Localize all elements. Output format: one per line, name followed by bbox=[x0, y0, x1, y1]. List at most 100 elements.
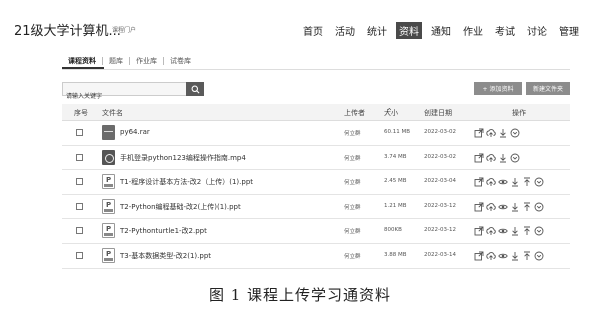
column-header-date[interactable]: 创建日期 bbox=[424, 108, 452, 118]
share-icon[interactable] bbox=[474, 226, 484, 236]
column-header-ops: 操作 bbox=[512, 109, 526, 117]
download-icon[interactable] bbox=[510, 226, 520, 236]
table-row: T1-程序设计基本方法-改2（上传）(1).ppt 何立群 2.45 MB 20… bbox=[62, 170, 570, 195]
upload-icon[interactable] bbox=[486, 226, 496, 236]
move-icon[interactable] bbox=[522, 226, 532, 236]
file-name[interactable]: py64.rar bbox=[120, 128, 150, 136]
row-checkbox[interactable] bbox=[76, 129, 83, 136]
move-icon[interactable] bbox=[522, 251, 532, 261]
share-icon[interactable] bbox=[474, 251, 484, 261]
share-icon[interactable] bbox=[474, 128, 484, 138]
eye-icon[interactable] bbox=[498, 251, 508, 261]
row-actions bbox=[474, 202, 546, 212]
file-size: 3.88 MB bbox=[384, 251, 407, 258]
created-date: 2022-03-02 bbox=[424, 153, 456, 160]
download-icon[interactable] bbox=[498, 128, 508, 138]
column-header-index: 序号 bbox=[74, 109, 88, 117]
ppt-file-icon bbox=[102, 223, 115, 239]
upload-icon[interactable] bbox=[486, 251, 496, 261]
row-actions bbox=[474, 153, 522, 163]
row-checkbox[interactable] bbox=[76, 251, 83, 259]
new-folder-button[interactable]: 新建文件夹 bbox=[526, 82, 570, 95]
row-actions bbox=[474, 226, 546, 236]
upload-icon[interactable] bbox=[486, 153, 496, 163]
eye-icon[interactable] bbox=[498, 202, 508, 212]
course-portal-label: 课程门户 bbox=[112, 27, 137, 34]
nav-item-discussion[interactable]: 讨论 bbox=[524, 22, 550, 39]
video-file-icon bbox=[102, 149, 115, 165]
figure-caption: 图 1 课程上传学习通资料 bbox=[208, 286, 392, 304]
add-material-button[interactable]: + 添加资料 bbox=[474, 82, 522, 95]
created-date: 2022-03-14 bbox=[424, 251, 456, 258]
ppt-file-icon bbox=[102, 198, 115, 214]
file-name[interactable]: T3-基本数据类型-改2(1).ppt bbox=[120, 251, 211, 261]
uploader: 何立群 bbox=[344, 204, 361, 211]
eye-icon[interactable] bbox=[498, 226, 508, 236]
uploader: 何立群 bbox=[344, 131, 361, 137]
search-button[interactable] bbox=[186, 82, 204, 96]
nav-item-home[interactable]: 首页 bbox=[300, 22, 326, 39]
rar-file-icon bbox=[102, 125, 115, 140]
tab-homework-bank[interactable]: 作业库 bbox=[130, 56, 163, 66]
search-input[interactable] bbox=[63, 90, 185, 103]
uploader: 何立群 bbox=[344, 229, 361, 236]
download-icon[interactable] bbox=[510, 251, 520, 261]
uploader: 何立群 bbox=[344, 180, 361, 187]
more-icon[interactable] bbox=[534, 177, 544, 187]
nav-item-homework[interactable]: 作业 bbox=[460, 22, 486, 39]
more-icon[interactable] bbox=[534, 251, 544, 261]
share-icon[interactable] bbox=[474, 153, 484, 163]
nav-item-materials[interactable]: 资料 bbox=[396, 22, 422, 39]
ppt-file-icon bbox=[102, 247, 115, 263]
nav-item-exams[interactable]: 考试 bbox=[492, 22, 518, 39]
file-name[interactable]: T1-程序设计基本方法-改2（上传）(1).ppt bbox=[120, 177, 253, 187]
nav-item-manage[interactable]: 管理 bbox=[556, 22, 582, 39]
file-size: 800KB bbox=[384, 227, 402, 234]
column-header-name[interactable]: 文件名 bbox=[102, 108, 123, 118]
row-actions bbox=[474, 128, 522, 138]
file-name[interactable]: T2-Python编程基础-改2(上传)(1).ppt bbox=[120, 202, 241, 212]
created-date: 2022-03-12 bbox=[424, 202, 456, 209]
share-icon[interactable] bbox=[474, 177, 484, 187]
tab-course-materials[interactable]: 课程资料 bbox=[62, 56, 102, 66]
table-row: T3-基本数据类型-改2(1).ppt 何立群 3.88 MB 2022-03-… bbox=[62, 244, 570, 269]
row-actions bbox=[474, 251, 546, 261]
tab-exam-bank[interactable]: 试卷库 bbox=[164, 56, 197, 66]
file-name[interactable]: T2-Pythonturtle1-改2.ppt bbox=[120, 226, 207, 236]
column-header-size: 大小 bbox=[384, 109, 398, 117]
file-name[interactable]: 手机登录python123编程操作指南.mp4 bbox=[120, 153, 246, 163]
uploader: 何立群 bbox=[344, 155, 361, 162]
created-date: 2022-03-04 bbox=[424, 178, 456, 185]
file-size: 2.45 MB bbox=[384, 178, 407, 185]
download-icon[interactable] bbox=[510, 202, 520, 212]
search-box bbox=[62, 82, 204, 103]
more-icon[interactable] bbox=[510, 128, 520, 138]
row-checkbox[interactable] bbox=[76, 227, 83, 235]
more-icon[interactable] bbox=[534, 202, 544, 212]
more-icon[interactable] bbox=[510, 153, 520, 163]
upload-icon[interactable] bbox=[486, 128, 496, 138]
share-icon[interactable] bbox=[474, 202, 484, 212]
table-row: py64.rar 何立群 60.11 MB 2022-03-02 bbox=[62, 121, 570, 146]
table-row: T2-Pythonturtle1-改2.ppt 何立群 800KB 2022-0… bbox=[62, 219, 570, 244]
eye-icon[interactable] bbox=[498, 177, 508, 187]
row-checkbox[interactable] bbox=[76, 202, 83, 210]
upload-icon[interactable] bbox=[486, 177, 496, 187]
nav-item-activities[interactable]: 活动 bbox=[332, 22, 358, 39]
tab-question-bank[interactable]: 题库 bbox=[103, 56, 129, 66]
ppt-file-icon bbox=[102, 174, 115, 190]
file-table: py64.rar 何立群 60.11 MB 2022-03-02 手机登录pyt… bbox=[62, 121, 570, 269]
material-tabs: 课程资料 题库 作业库 试卷库 bbox=[62, 56, 197, 66]
nav-item-notices[interactable]: 通知 bbox=[428, 22, 454, 39]
more-icon[interactable] bbox=[534, 226, 544, 236]
row-checkbox[interactable] bbox=[76, 178, 83, 186]
move-icon[interactable] bbox=[522, 202, 532, 212]
upload-icon[interactable] bbox=[486, 202, 496, 212]
download-icon[interactable] bbox=[510, 177, 520, 187]
search-icon bbox=[191, 85, 199, 93]
course-title: 21级大学计算机... bbox=[14, 24, 121, 39]
row-checkbox[interactable] bbox=[76, 153, 83, 161]
nav-item-statistics[interactable]: 统计 bbox=[364, 22, 390, 39]
download-icon[interactable] bbox=[498, 153, 508, 163]
move-icon[interactable] bbox=[522, 177, 532, 187]
